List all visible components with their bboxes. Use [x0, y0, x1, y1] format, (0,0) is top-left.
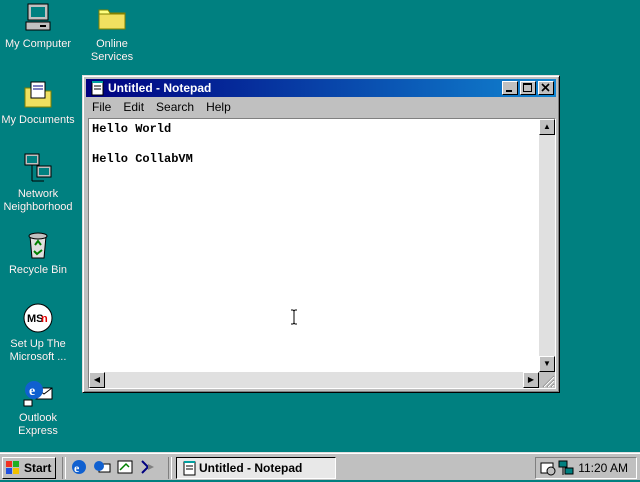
channels-icon [139, 460, 157, 479]
desktop-icon-my-computer[interactable]: My Computer [0, 2, 76, 51]
maximize-icon [521, 83, 535, 97]
desktop-icon-label: Set Up The Microsoft ... [9, 338, 67, 363]
desktop-icon-label: Recycle Bin [8, 264, 68, 276]
start-label: Start [24, 461, 52, 475]
arrow-down-icon: ▼ [543, 359, 551, 368]
msn-icon: MS n [22, 302, 54, 334]
minimize-icon [503, 86, 517, 97]
show-desktop-icon [116, 460, 134, 479]
taskbar-separator [168, 457, 172, 479]
desktop-icon-label: My Computer [4, 38, 72, 50]
arrow-left-icon: ◀ [93, 375, 101, 384]
internet-explorer-icon: e [70, 460, 88, 479]
desktop-icon-network[interactable]: Network Neighborhood [0, 152, 76, 214]
desktop-icon-recycle-bin[interactable]: Recycle Bin [0, 228, 76, 277]
ibeam-cursor-icon [290, 309, 299, 325]
text-content[interactable]: Hello World Hello CollabVM [91, 121, 537, 370]
vertical-scrollbar[interactable]: ▲ ▼ [539, 119, 555, 372]
menu-file[interactable]: File [86, 98, 117, 114]
desktop-icon-online-services[interactable]: Online Services [74, 2, 150, 64]
menu-edit[interactable]: Edit [117, 98, 150, 114]
maximize-button[interactable] [520, 81, 536, 95]
notepad-window[interactable]: Untitled - Notepad File Edit Search Help He… [82, 75, 560, 393]
scroll-up-button[interactable]: ▲ [539, 119, 555, 135]
svg-text:e: e [29, 384, 35, 399]
network-tray-icon[interactable] [558, 460, 574, 476]
minimize-button[interactable] [502, 81, 518, 95]
notepad-icon [89, 80, 105, 96]
svg-text:e: e [74, 461, 80, 475]
recycle-bin-icon [22, 228, 54, 260]
menu-search[interactable]: Search [150, 98, 200, 114]
folder-icon [96, 2, 128, 34]
desktop-icon-label: Network Neighborhood [3, 188, 73, 213]
desktop-icon-label: My Documents [1, 114, 75, 126]
scroll-down-button[interactable]: ▼ [539, 356, 555, 372]
my-computer-icon [22, 2, 54, 34]
notepad-icon [181, 460, 197, 476]
taskbar-button-notepad[interactable]: Untitled - Notepad [176, 457, 336, 479]
arrow-up-icon: ▲ [543, 122, 551, 131]
quicklaunch-show-desktop[interactable] [116, 458, 134, 476]
desktop-icon-outlook-express[interactable]: e Outlook Express [0, 376, 76, 438]
windows-logo-icon [6, 461, 20, 475]
arrow-right-icon: ▶ [527, 375, 535, 384]
start-button[interactable]: Start [2, 457, 56, 479]
window-title: Untitled - Notepad [108, 81, 212, 95]
menu-help[interactable]: Help [200, 98, 237, 114]
desktop-icon-msn-setup[interactable]: MS n Set Up The Microsoft ... [0, 302, 76, 364]
window-titlebar[interactable]: Untitled - Notepad [86, 79, 556, 97]
outlook-express-icon: e [22, 376, 54, 408]
scheduler-icon[interactable] [540, 460, 556, 476]
taskbar-separator [62, 457, 66, 479]
taskbar: Start e Untitled - Notepad 11:20 AM [0, 452, 640, 480]
quicklaunch-channels[interactable] [139, 458, 157, 476]
outlook-express-icon [93, 461, 111, 479]
network-icon [22, 152, 54, 184]
scroll-left-button[interactable]: ◀ [89, 372, 105, 388]
system-tray: 11:20 AM [535, 457, 637, 479]
my-documents-icon [22, 78, 54, 110]
resize-grip-icon [542, 375, 555, 388]
menu-bar: File Edit Search Help [86, 98, 556, 116]
quicklaunch-internet-explorer[interactable]: e [70, 458, 88, 476]
close-icon [539, 83, 553, 97]
taskbar-button-label: Untitled - Notepad [199, 461, 303, 475]
desktop-icon-label: Online Services [90, 38, 134, 63]
svg-text:n: n [41, 313, 48, 325]
quicklaunch-outlook-express[interactable] [93, 458, 111, 476]
resize-grip[interactable] [539, 372, 555, 388]
close-button[interactable] [538, 81, 554, 95]
desktop-icon-label: Outlook Express [18, 412, 58, 437]
text-editor[interactable]: Hello World Hello CollabVM ▲ ▼ ◀ ▶ [88, 118, 556, 389]
clock[interactable]: 11:20 AM [578, 458, 628, 478]
horizontal-scrollbar[interactable]: ◀ ▶ [89, 372, 539, 388]
scroll-right-button[interactable]: ▶ [523, 372, 539, 388]
desktop-icon-my-documents[interactable]: My Documents [0, 78, 76, 127]
